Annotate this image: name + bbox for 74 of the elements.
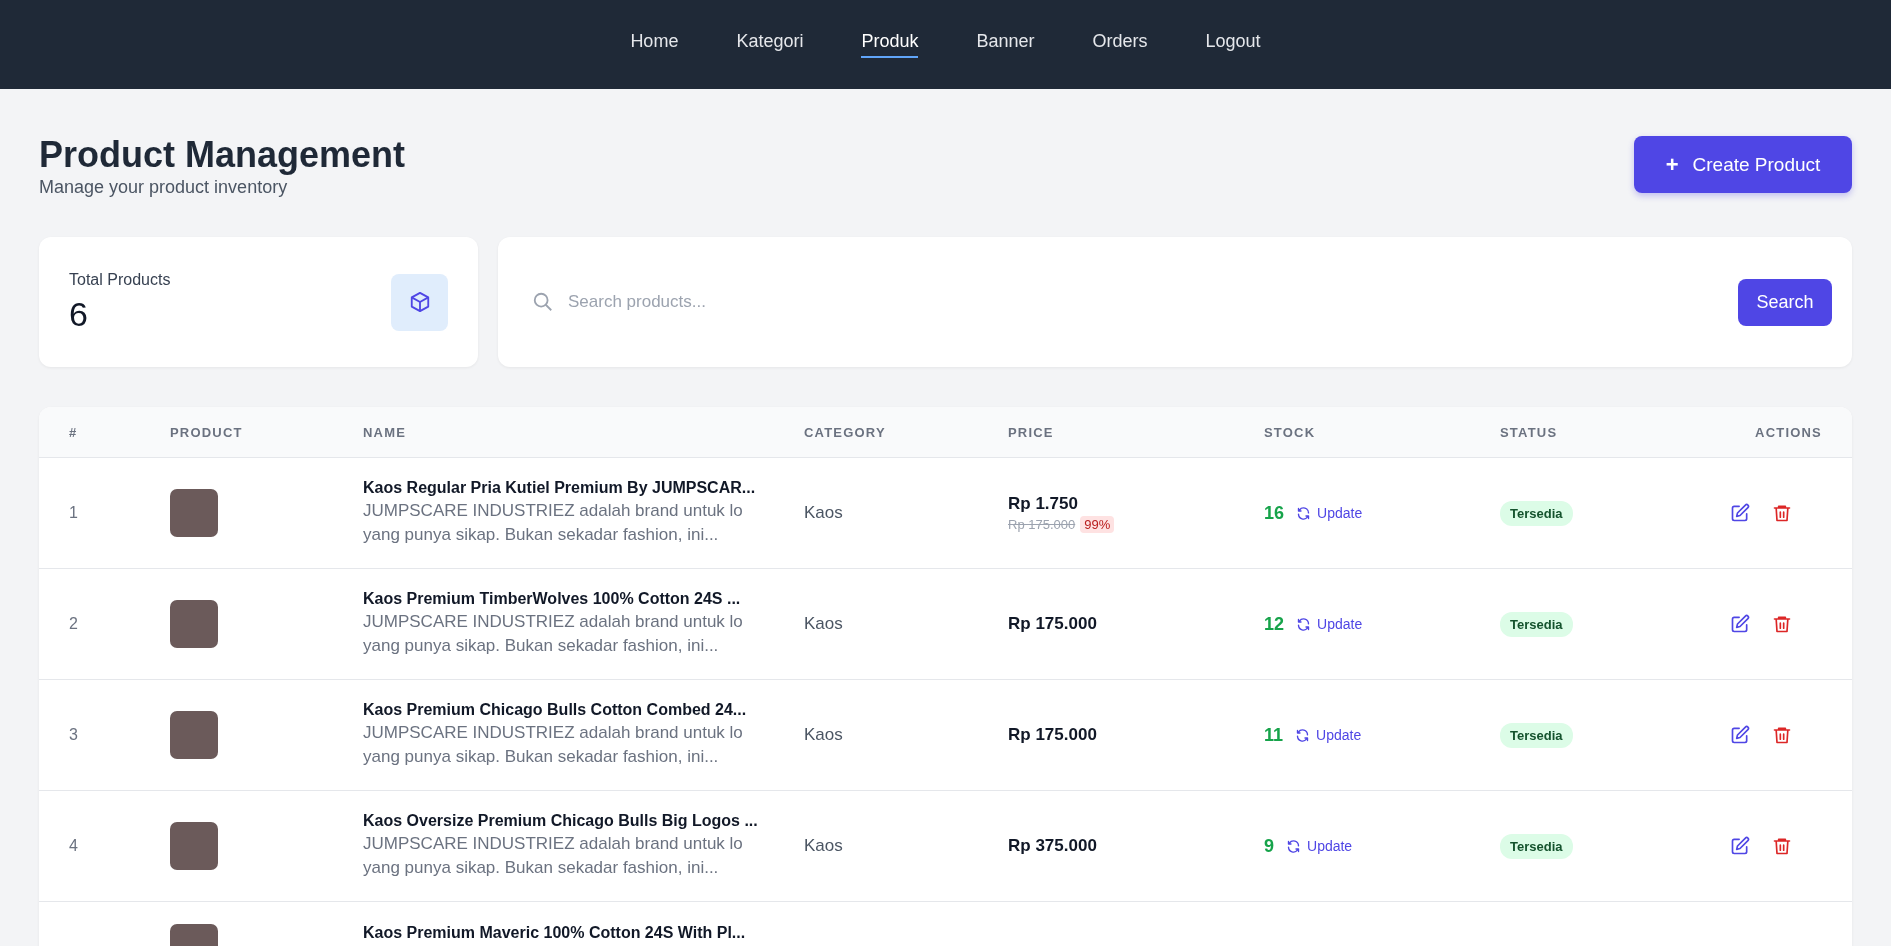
column-header: CATEGORY <box>804 424 887 440</box>
nav-link[interactable]: Banner <box>976 31 1035 58</box>
update-stock-link[interactable]: Update <box>1296 505 1363 521</box>
delete-icon[interactable] <box>1772 614 1792 634</box>
status-badge: Tersedia <box>1500 833 1573 859</box>
status-badge: Tersedia <box>1500 722 1573 748</box>
discount-badge: 99% <box>1080 515 1115 533</box>
edit-icon[interactable] <box>1730 836 1750 856</box>
stat-label: Total Products <box>69 270 171 289</box>
nav-link[interactable]: Produk <box>861 31 919 58</box>
delete-icon[interactable] <box>1772 725 1792 745</box>
delete-icon[interactable] <box>1772 836 1792 856</box>
page-title: Product Management <box>39 133 406 177</box>
price-text: Rp 175.000 <box>1008 614 1098 634</box>
row-number: 4 <box>69 837 79 855</box>
stock-count: 11 <box>1264 724 1284 746</box>
stock-count: 9 <box>1264 835 1274 857</box>
update-stock-link[interactable]: Update <box>1296 616 1363 632</box>
refresh-icon <box>1295 727 1311 743</box>
refresh-icon <box>1296 505 1312 521</box>
row-number: 2 <box>69 615 79 633</box>
refresh-icon <box>1296 616 1312 632</box>
nav-link[interactable]: Logout <box>1205 31 1261 58</box>
price-text: Rp 375.000 <box>1008 836 1098 856</box>
column-header: ACTIONS <box>1754 424 1823 440</box>
product-name: Kaos Premium Chicago Bulls Cotton Combed 24... <box>363 701 748 719</box>
category-text: Kaos <box>804 503 844 523</box>
status-badge: Tersedia <box>1500 611 1573 637</box>
update-stock-link[interactable]: Update <box>1286 838 1353 854</box>
search-button[interactable]: Search <box>1738 278 1832 326</box>
category-text: Kaos <box>804 614 844 634</box>
status-badge: Tersedia <box>1500 500 1573 526</box>
column-header: STOCK <box>1264 424 1317 440</box>
original-price: Rp 175.000 <box>1008 516 1076 532</box>
column-header: # <box>68 424 79 440</box>
create-product-button[interactable]: + Create Product <box>1634 136 1852 193</box>
row-number: 1 <box>69 504 79 522</box>
edit-icon[interactable] <box>1730 614 1750 634</box>
nav-link[interactable]: Kategori <box>736 31 804 58</box>
update-stock-link[interactable]: Update <box>1295 727 1362 743</box>
product-name: Kaos Premium Maveric 100% Cotton 24S With Pl... <box>363 924 747 942</box>
column-header: NAME <box>363 424 408 440</box>
category-text: Kaos <box>804 725 844 745</box>
category-text: Kaos <box>804 836 844 856</box>
column-header: PRICE <box>1008 424 1055 440</box>
column-header: PRODUCT <box>170 424 244 440</box>
product-description: JUMPSCARE INDUSTRIEZ adalah brand untuk lo yang punya sikap. Bukan sekadar fashion, ini... <box>363 833 744 879</box>
search-icon <box>532 291 554 313</box>
cube-icon <box>391 273 448 331</box>
price-text: Rp 175.000 <box>1008 725 1098 745</box>
nav-link[interactable]: Orders <box>1092 31 1148 58</box>
stat-value: 6 <box>69 294 89 334</box>
product-description: JUMPSCARE INDUSTRIEZ adalah brand untuk lo yang punya sikap. Bukan sekadar fashion, ini... <box>363 722 744 768</box>
edit-icon[interactable] <box>1730 503 1750 523</box>
page-subtitle: Manage your product inventory <box>39 177 289 198</box>
column-header: STATUS <box>1500 424 1559 440</box>
edit-icon[interactable] <box>1730 725 1750 745</box>
stock-count: 16 <box>1264 502 1285 524</box>
search-field[interactable]: Search products... <box>566 291 1726 313</box>
product-name: Kaos Premium TimberWolves 100% Cotton 24S ... <box>363 590 742 608</box>
photo-placeholder <box>170 600 218 648</box>
nav-link[interactable]: Home <box>630 31 679 58</box>
product-name: Kaos Regular Pria Kutiel Premium By JUMPSCAR... <box>363 479 757 497</box>
product-description: JUMPSCARE INDUSTRIEZ adalah brand untuk lo yang punya sikap. Bukan sekadar fashion, ini... <box>363 611 744 657</box>
photo-placeholder <box>170 711 218 759</box>
refresh-icon <box>1286 838 1301 854</box>
photo-placeholder <box>170 822 218 870</box>
price-text: Rp 1.750 <box>1008 493 1079 514</box>
product-name: Kaos Oversize Premium Chicago Bulls Big Logos ... <box>363 812 759 830</box>
stock-count: 12 <box>1264 613 1285 635</box>
delete-icon[interactable] <box>1772 503 1792 523</box>
photo-placeholder <box>170 489 218 537</box>
product-description: JUMPSCARE INDUSTRIEZ adalah brand untuk lo yang punya sikap. Bukan sekadar fashion, ini... <box>363 500 744 546</box>
row-number: 3 <box>69 726 79 744</box>
